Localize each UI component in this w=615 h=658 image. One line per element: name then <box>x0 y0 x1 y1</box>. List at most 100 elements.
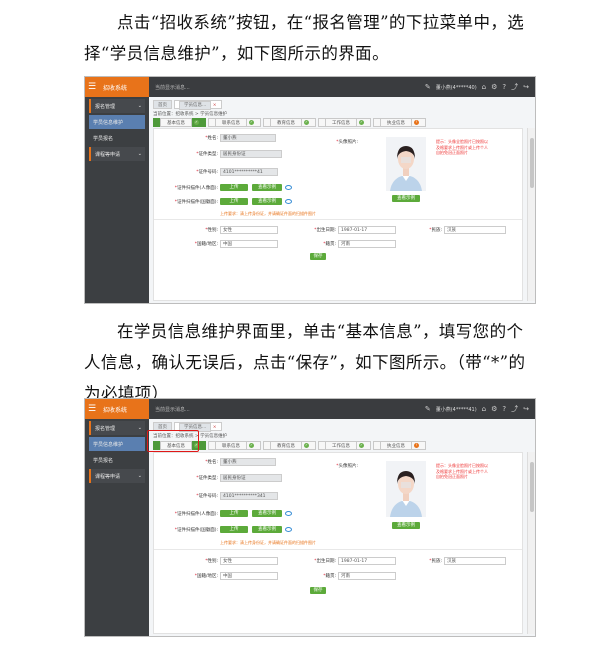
sidebar-item-course[interactable]: 课程等申请 ⌄ <box>89 469 145 483</box>
tab-practice-info[interactable]: 执业信息! <box>373 441 426 450</box>
sidebar-item-registration[interactable]: 报名管理 ⌄ <box>89 99 145 113</box>
check-icon: ✓ <box>249 443 254 448</box>
user-name[interactable]: 董小燕(4*****41) <box>436 406 477 413</box>
tab-basic-info[interactable]: 基本信息 ✓ <box>153 118 206 127</box>
view-example-front-button[interactable]: 查看示例 <box>252 510 282 517</box>
region-select[interactable]: 中国 <box>220 572 278 580</box>
eye-icon[interactable] <box>285 199 292 204</box>
tab-contact-info[interactable]: 联系信息 ✓ <box>208 118 261 127</box>
main-area: 首页 学员信息... × 当前位置：招收系统 > 学员信息维护 基本信息 ✓ 联系信… <box>149 97 535 303</box>
highlight-box <box>147 430 199 452</box>
nation-select[interactable]: 汉族 <box>444 557 506 565</box>
home-icon[interactable]: ⌂ <box>482 405 486 413</box>
eye-icon[interactable] <box>285 511 292 516</box>
brand-label[interactable]: 招收系统 <box>99 399 149 419</box>
sidebar-item-enroll[interactable]: 学员报名 <box>89 453 145 467</box>
upload-back-button[interactable]: 上传 <box>220 198 248 205</box>
sidebar-item-student-info[interactable]: 学员信息维护 <box>89 437 145 451</box>
sidebar-item-enroll[interactable]: 学员报名 <box>89 131 145 145</box>
form-card: *姓名: 董小燕 *证件类型: 居民身份证 *证件号码: 4101*******… <box>153 452 523 634</box>
chevron-icon: ⌄ <box>137 151 142 157</box>
save-button[interactable]: 保存 <box>310 253 326 260</box>
link-icon[interactable]: ⤴ <box>511 82 518 92</box>
check-icon: ✓ <box>304 443 309 448</box>
main-area: 首页 学员信息... × 当前位置：招收系统 > 学员信息维护 基本信息 ✓ 联系信… <box>147 419 535 636</box>
gender-select[interactable]: 女性 <box>220 226 278 234</box>
home-icon[interactable]: ⌂ <box>482 83 486 91</box>
help-icon[interactable]: ? <box>502 83 506 91</box>
sidebar-item-course[interactable]: 课程等申请 ⌄ <box>89 147 145 161</box>
check-icon: ✓ <box>249 120 254 125</box>
notice-text: 当前显示消息... <box>155 84 190 91</box>
origin-select[interactable]: 河南 <box>338 572 396 580</box>
tab-work-info[interactable]: 工作信息 ✓ <box>318 118 371 127</box>
tab-practice-info[interactable]: 执业信息! <box>373 118 426 127</box>
origin-select[interactable]: 河南 <box>338 240 396 248</box>
avatar-photo <box>386 461 426 517</box>
avatar-photo <box>386 137 426 191</box>
eye-icon[interactable] <box>285 185 292 190</box>
brand-label[interactable]: 招收系统 <box>99 77 149 97</box>
logout-icon[interactable]: ↪ <box>523 83 529 91</box>
user-name[interactable]: 董小燕(4*****40) <box>436 84 477 91</box>
scrollbar[interactable] <box>527 128 535 301</box>
birthday-field[interactable]: 1987-01-17 <box>338 226 396 234</box>
feather-icon[interactable]: ✎ <box>425 405 431 413</box>
gear-icon[interactable]: ⚙ <box>491 405 497 413</box>
form-tabs: 基本信息 ✓ 联系信息 ✓ 教育信息 ✓ 工作信息 ✓ 执业信息! <box>153 118 426 127</box>
eye-icon[interactable] <box>285 527 292 532</box>
upload-front-button[interactable]: 上传 <box>220 510 248 517</box>
menu-icon[interactable]: ☰ <box>85 77 99 97</box>
view-sample-photo-button[interactable]: 查看示例 <box>392 522 420 529</box>
check-icon: ✓ <box>194 120 199 125</box>
view-example-front-button[interactable]: 查看示例 <box>252 184 282 191</box>
view-example-back-button[interactable]: 查看示例 <box>252 198 282 205</box>
link-icon[interactable]: ⤴ <box>511 404 518 414</box>
upload-front-button[interactable]: 上传 <box>220 184 248 191</box>
id-type-select[interactable]: 居民身份证 <box>220 150 282 158</box>
help-icon[interactable]: ? <box>502 405 506 413</box>
chevron-icon: ⌄ <box>137 103 142 109</box>
region-select[interactable]: 中国 <box>220 240 278 248</box>
upload-hint: 上传要求：清上传身份证，并请确证件面的扫描件图片 <box>220 540 316 545</box>
id-number-field[interactable]: 4101**********41 <box>220 168 278 176</box>
sidebar: 报名管理 ⌄ 学员信息维护 学员报名 课程等申请 ⌄ <box>85 97 149 303</box>
view-example-back-button[interactable]: 查看示例 <box>252 526 282 533</box>
tab-education-info[interactable]: 教育信息 ✓ <box>263 441 316 450</box>
feather-icon[interactable]: ✎ <box>425 83 431 91</box>
menu-icon[interactable]: ☰ <box>85 399 99 419</box>
upload-hint: 上传要求：清上传身份证，并请确证件面的扫描件图片 <box>220 211 316 216</box>
tab-student-info[interactable]: 学员信息... × <box>174 100 222 110</box>
gender-select[interactable]: 女性 <box>220 557 278 565</box>
screenshot-1: ☰ 招收系统 当前显示消息... ✎ 董小燕(4*****40) ⌂ ⚙ ? ⤴… <box>84 76 536 304</box>
form-card: *姓名: 董小燕 *证件类型: 居民身份证 *证件号码: 4101*******… <box>153 128 523 301</box>
tab-work-info[interactable]: 工作信息 ✓ <box>318 441 371 450</box>
photo-tip: 提示：头像全脸照片已按照以及格要求上传照片或上传个人自拍免冠正面照片 <box>436 463 488 479</box>
id-number-field[interactable]: 4101**********341 <box>220 492 278 500</box>
chevron-icon: ⌄ <box>137 473 142 479</box>
top-bar: ☰ 招收系统 当前显示消息... ✎ 董小燕(4*****41) ⌂ ⚙ ? ⤴… <box>85 399 535 419</box>
birthday-field[interactable]: 1987-01-17 <box>338 557 396 565</box>
breadcrumb: 当前位置：招收系统 > 学员信息维护 <box>153 112 228 117</box>
tab-education-info[interactable]: 教育信息 ✓ <box>263 118 316 127</box>
name-field[interactable]: 董小燕 <box>220 134 276 142</box>
check-icon: ✓ <box>359 443 364 448</box>
id-type-select[interactable]: 居民身份证 <box>220 474 282 482</box>
logout-icon[interactable]: ↪ <box>523 405 529 413</box>
tab-home[interactable]: 首页 <box>153 100 172 109</box>
view-sample-photo-button[interactable]: 查看示例 <box>392 195 420 202</box>
check-icon: ✓ <box>304 120 309 125</box>
sidebar-item-registration[interactable]: 报名管理 ⌄ <box>89 421 145 435</box>
upload-back-button[interactable]: 上传 <box>220 526 248 533</box>
sidebar-item-student-info[interactable]: 学员信息维护 <box>89 115 145 129</box>
sidebar: 报名管理 ⌄ 学员信息维护 学员报名 课程等申请 ⌄ <box>85 419 149 636</box>
check-icon: ✓ <box>359 120 364 125</box>
nation-select[interactable]: 汉族 <box>444 226 506 234</box>
save-button[interactable]: 保存 <box>310 587 326 594</box>
scrollbar[interactable] <box>527 452 535 634</box>
gear-icon[interactable]: ⚙ <box>491 83 497 91</box>
paragraph-2: 在学员信息维护界面里，单击“基本信息”，填写您的个人信息，确认无误后，点击“保存… <box>84 322 526 403</box>
name-field[interactable]: 董小燕 <box>220 458 276 466</box>
top-bar: ☰ 招收系统 当前显示消息... ✎ 董小燕(4*****40) ⌂ ⚙ ? ⤴… <box>85 77 535 97</box>
tab-contact-info[interactable]: 联系信息 ✓ <box>208 441 261 450</box>
